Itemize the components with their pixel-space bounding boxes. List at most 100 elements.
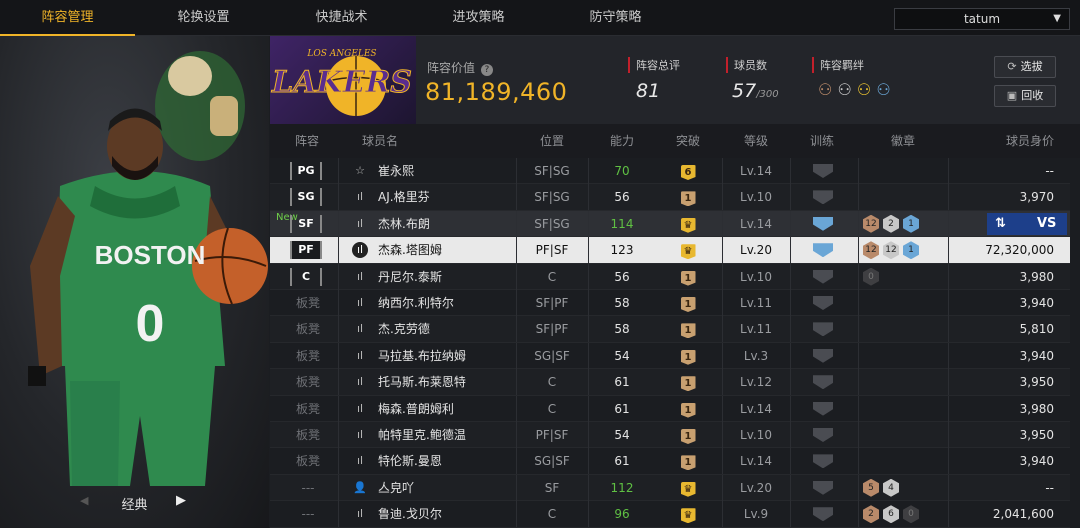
player-name[interactable]: 特伦斯.曼恩 <box>378 448 442 474</box>
badge-icon[interactable]: 4 <box>883 478 899 497</box>
bond-icons[interactable]: ⚇ ⚇ ⚇ ⚇ <box>818 80 891 99</box>
lineup-slot[interactable]: SF <box>290 214 322 233</box>
badge-icon[interactable]: 12 <box>883 241 899 260</box>
col-breakthrough[interactable]: 突破 <box>658 124 718 158</box>
tab-lineup-management[interactable]: 阵容管理 <box>0 0 135 36</box>
training-icon[interactable] <box>813 269 833 284</box>
training-icon[interactable] <box>813 480 833 495</box>
player-position: SF|SG <box>534 164 570 178</box>
column-divider <box>722 290 723 316</box>
lineup-slot[interactable]: PG <box>290 162 322 180</box>
player-name[interactable]: 马拉基.布拉纳姆 <box>378 343 466 369</box>
training-icon[interactable] <box>813 401 833 416</box>
lineup-slot[interactable]: 板凳 <box>290 290 326 316</box>
badge-icon[interactable]: 6 <box>883 505 899 524</box>
lineup-slot[interactable]: SG <box>290 188 322 207</box>
player-name[interactable]: 丹尼尔.泰斯 <box>378 264 442 290</box>
table-row[interactable]: 板凳 ıl 托马斯.布莱恩特 C 61 1 Lv.12 3,950 <box>270 369 1070 396</box>
training-icon[interactable] <box>813 296 833 310</box>
tab-offense-strategy[interactable]: 进攻策略 <box>411 0 546 36</box>
training-icon[interactable] <box>813 216 833 231</box>
badge-icon[interactable]: 0 <box>903 505 919 524</box>
col-lineup[interactable]: 阵容 <box>282 124 332 158</box>
col-level[interactable]: 等级 <box>726 124 786 158</box>
table-row[interactable]: 板凳 ıl 马拉基.布拉纳姆 SG|SF 54 1 Lv.3 3,940 <box>270 342 1070 370</box>
lineup-slot[interactable]: 板凳 <box>290 448 326 474</box>
badge-icon[interactable]: 2 <box>863 505 879 524</box>
column-divider <box>948 369 949 396</box>
col-badges[interactable]: 徽章 <box>873 124 933 158</box>
table-row[interactable]: 板凳 ıl 纳西尔.利特尔 SF|PF 58 1 Lv.11 3,940 <box>270 290 1070 317</box>
badge-icon[interactable]: 12 <box>863 214 879 233</box>
swap-compare-button[interactable]: ⇅ VS <box>987 212 1067 235</box>
training-icon[interactable] <box>813 454 833 469</box>
table-row[interactable]: SG ıl AJ.格里芬 SF|SG 56 1 Lv.10 3,970 <box>270 184 1070 211</box>
player-name[interactable]: 托马斯.布莱恩特 <box>378 369 466 395</box>
table-row[interactable]: PF ıl 杰森.塔图姆 PF|SF 123 ♛ Lv.20 12 12 1 72,320,000 <box>270 237 1070 264</box>
player-level: Lv.20 <box>740 480 772 495</box>
table-row[interactable]: --- 👤 亼皃吖 SF 112 ♛ Lv.20 5 4 -- <box>270 474 1070 502</box>
tab-rotation-settings[interactable]: 轮换设置 <box>136 0 271 36</box>
help-icon[interactable]: ? <box>480 64 493 76</box>
player-name[interactable]: 鲁迪.戈贝尔 <box>378 501 442 527</box>
lineup-slot[interactable]: 板凳 <box>290 396 326 422</box>
lineup-slot[interactable]: C <box>290 267 322 286</box>
col-position[interactable]: 位置 <box>522 124 582 158</box>
player-name[interactable]: 崔永熙 <box>378 158 414 184</box>
badge-icon[interactable]: 1 <box>903 214 919 233</box>
col-player-name[interactable]: 球员名 <box>350 124 410 158</box>
badge-icon[interactable]: 5 <box>863 478 879 497</box>
training-icon[interactable] <box>813 428 833 442</box>
table-row[interactable]: 板凳 ıl 特伦斯.曼恩 SG|SF 61 1 Lv.14 3,940 <box>270 448 1070 475</box>
lineup-slot[interactable]: --- <box>290 501 326 527</box>
badge-icon[interactable]: 2 <box>883 214 899 233</box>
col-player-value[interactable]: 球员身价 <box>994 124 1066 158</box>
col-training[interactable]: 训练 <box>792 124 852 158</box>
recycle-button[interactable]: ▣ 回收 <box>994 85 1056 107</box>
player-name[interactable]: 纳西尔.利特尔 <box>378 290 454 316</box>
player-name[interactable]: 梅森.普朗姆利 <box>378 396 454 422</box>
training-icon[interactable] <box>813 190 833 205</box>
tab-quick-tactics[interactable]: 快捷战术 <box>274 0 409 36</box>
training-icon[interactable] <box>813 507 833 522</box>
training-cell <box>792 475 854 501</box>
table-row[interactable]: 板凳 ıl 梅森.普朗姆利 C 61 1 Lv.14 3,980 <box>270 395 1070 422</box>
breakthrough-cell: 1 <box>658 316 718 342</box>
select-button[interactable]: ⟳ 选拔 <box>994 56 1056 78</box>
lineup-slot[interactable]: PF <box>290 241 322 260</box>
lineup-slot[interactable]: --- <box>290 475 326 501</box>
lineup-slot[interactable]: 板凳 <box>290 316 326 342</box>
table-row[interactable]: PG ☆ 崔永熙 SF|SG 70 6 Lv.14 -- <box>270 158 1070 185</box>
next-arrow-icon[interactable]: ▶ <box>176 493 186 508</box>
training-icon[interactable] <box>813 164 833 178</box>
badge-icon[interactable]: 1 <box>903 241 919 260</box>
badge-icon[interactable]: 0 <box>863 267 879 286</box>
table-row[interactable]: 板凳 ıl 帕特里克.鲍德温 PF|SF 54 1 Lv.10 3,950 <box>270 422 1070 449</box>
table-row[interactable]: --- ıl 鲁迪.戈贝尔 C 96 ♛ Lv.9 2 6 0 2,041,600 <box>270 501 1070 528</box>
table-row[interactable]: 板凳 ıl 杰.克劳德 SF|PF 58 1 Lv.11 5,810 <box>270 316 1070 343</box>
player-type-icon: ıl <box>352 242 368 259</box>
training-icon[interactable] <box>813 322 833 337</box>
lineup-slot[interactable]: 板凳 <box>290 369 326 395</box>
training-icon[interactable] <box>813 375 833 390</box>
player-name[interactable]: 亼皃吖 <box>378 475 414 501</box>
tab-defense-strategy[interactable]: 防守策略 <box>548 0 683 36</box>
player-name[interactable]: 帕特里克.鲍德温 <box>378 422 466 448</box>
player-name[interactable]: AJ.格里芬 <box>378 184 430 210</box>
table-row[interactable]: New SF ıl 杰林.布朗 SF|SG 114 ♛ Lv.14 12 2 1 ⇅ VS <box>270 210 1070 238</box>
lineup-slot[interactable]: 板凳 <box>290 422 326 448</box>
col-rating[interactable]: 能力 <box>592 124 652 158</box>
training-icon[interactable] <box>813 243 833 258</box>
player-name[interactable]: 杰.克劳德 <box>378 316 430 342</box>
column-divider <box>790 369 791 396</box>
player-rating: 54 <box>614 348 630 363</box>
column-divider <box>790 501 791 528</box>
lineup-slot[interactable]: 板凳 <box>290 343 326 369</box>
player-search-dropdown[interactable]: tatum ▼ <box>894 8 1070 30</box>
badge-icon[interactable]: 12 <box>863 241 879 260</box>
player-name[interactable]: 杰林.布朗 <box>378 211 430 237</box>
player-name[interactable]: 杰森.塔图姆 <box>378 237 442 263</box>
training-icon[interactable] <box>813 348 833 363</box>
table-row[interactable]: Cıl 丹尼尔.泰斯 C 56 1 Lv.10 0 3,980 <box>270 263 1070 290</box>
column-divider <box>790 448 791 475</box>
